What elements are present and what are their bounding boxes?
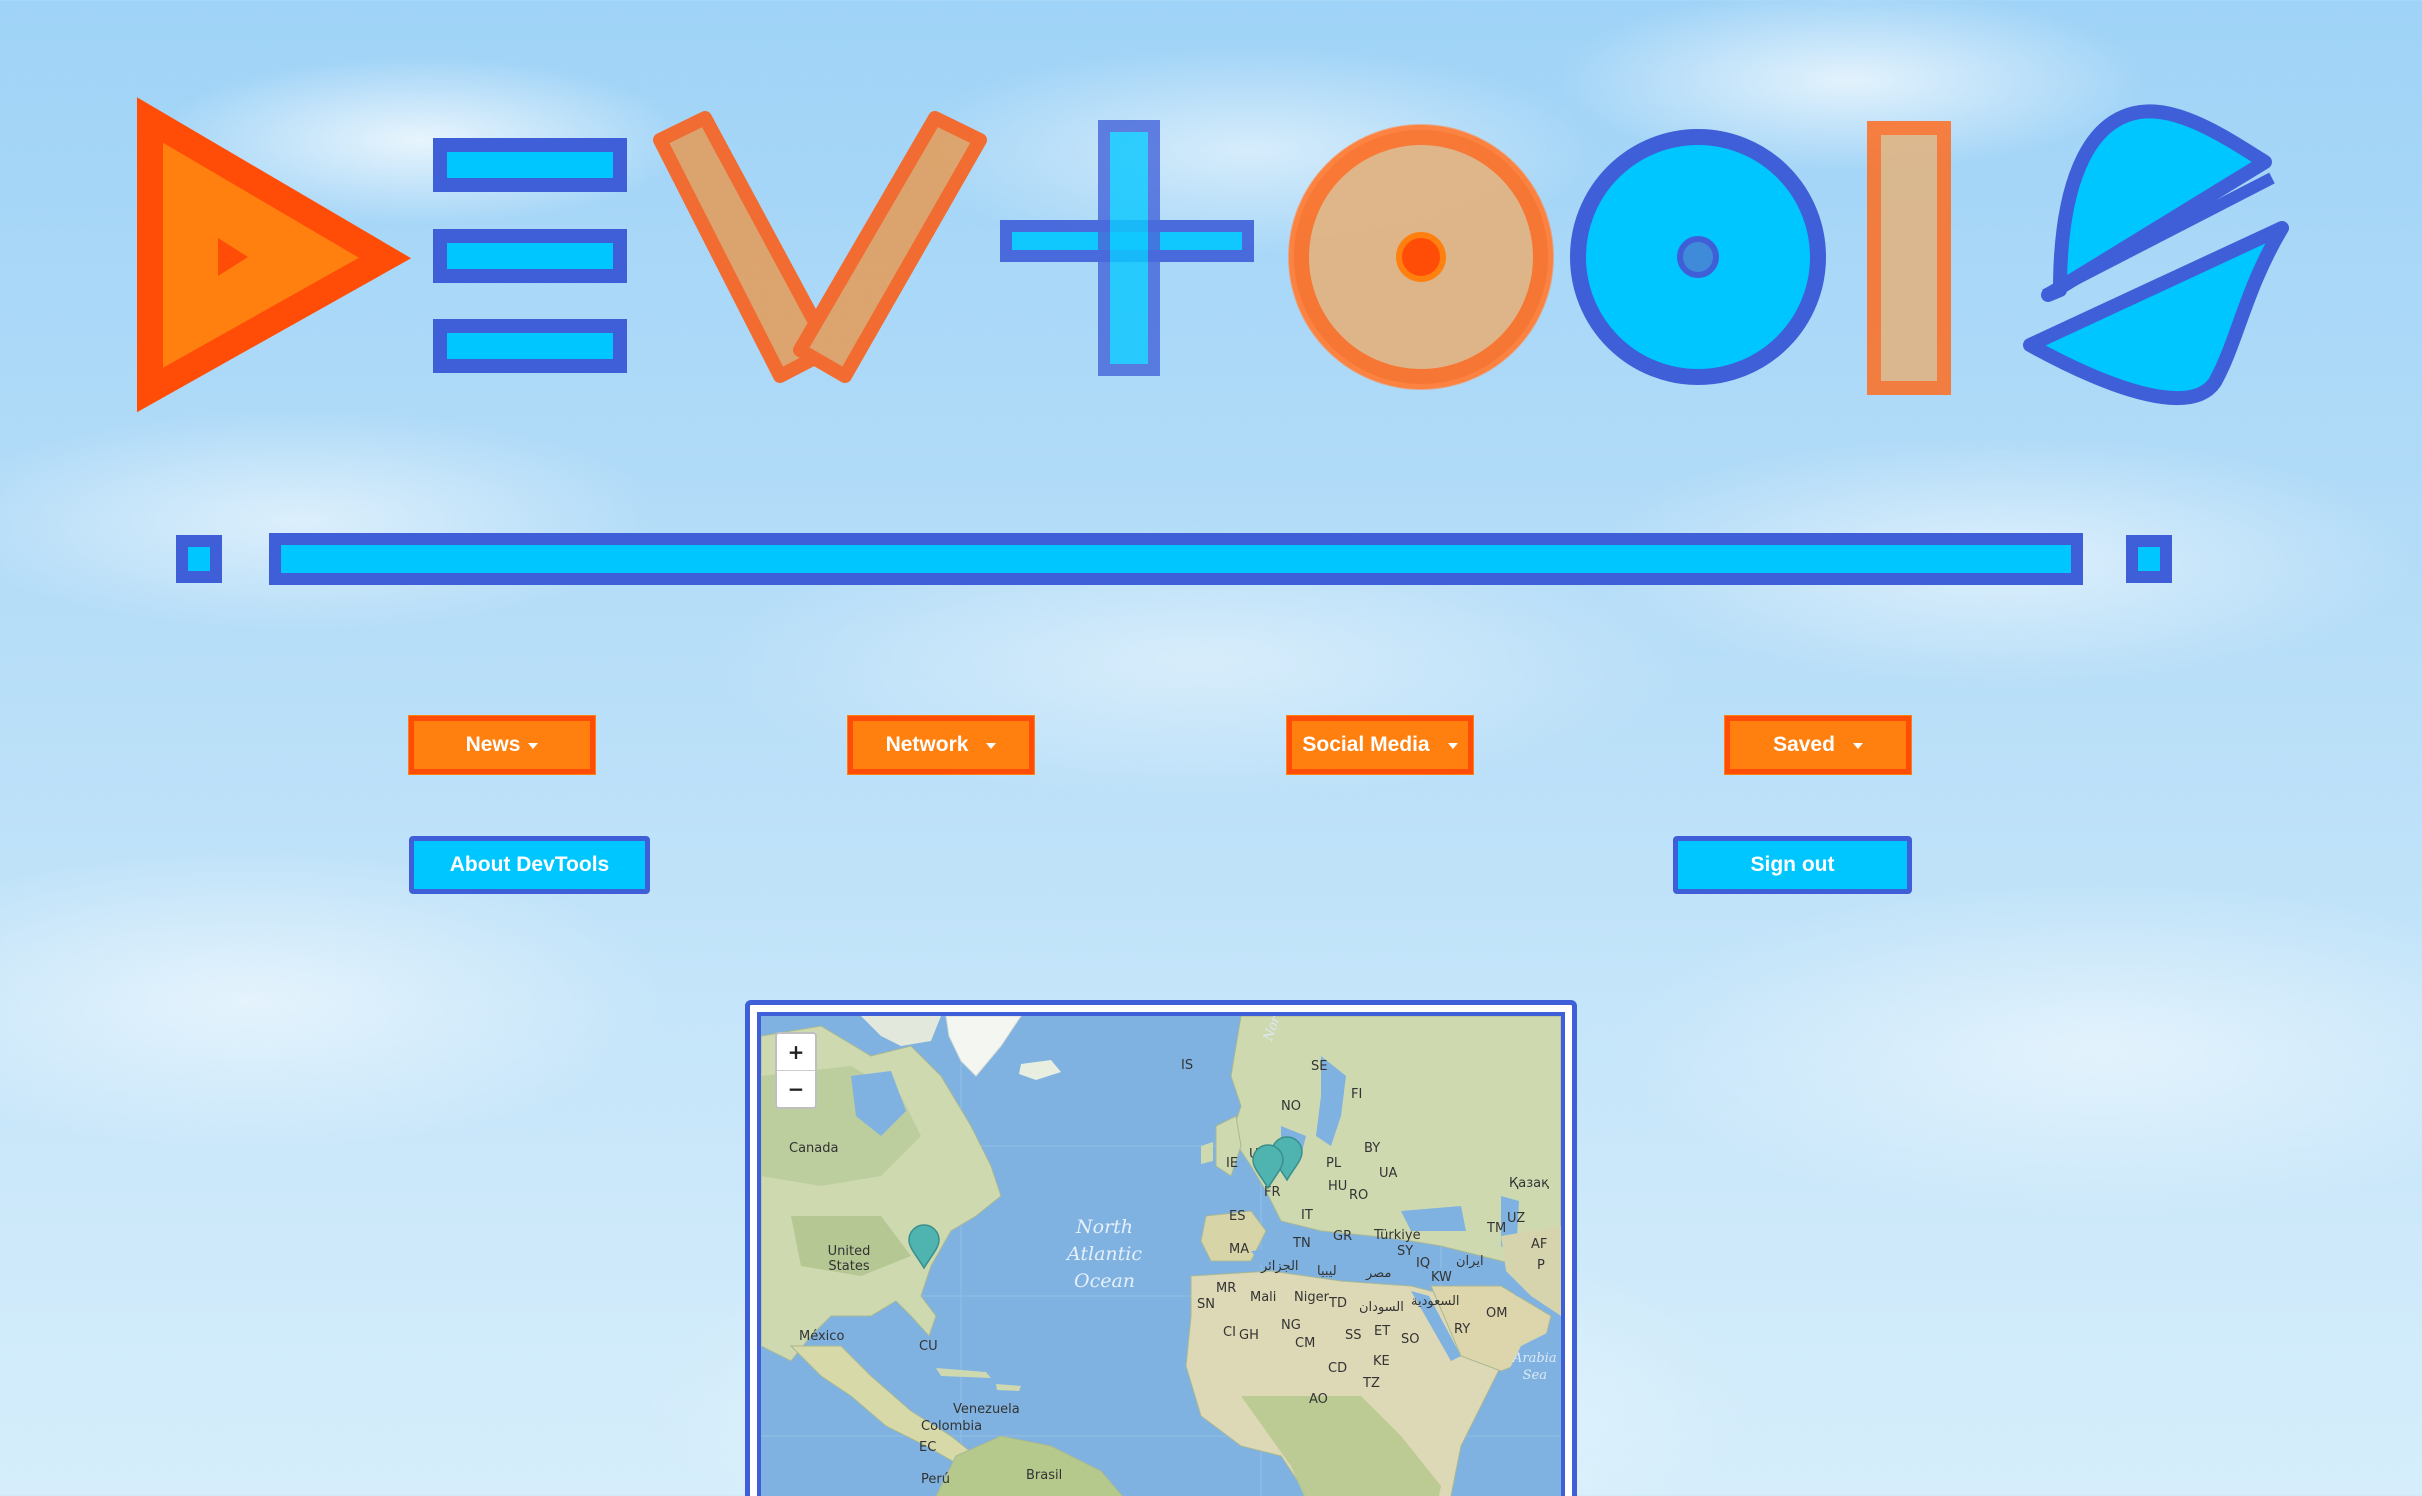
logo-letter-e: [433, 138, 627, 373]
map-label: OM: [1486, 1306, 1508, 1321]
logo-letter-d: [137, 97, 412, 413]
ocean-label-line: Ocean: [1074, 1270, 1136, 1292]
logo-letter-s: [2023, 104, 2289, 405]
saved-menu-button[interactable]: Saved: [1725, 716, 1911, 774]
map-label: Қазақ: [1509, 1176, 1549, 1191]
zoom-in-button[interactable]: +: [777, 1034, 815, 1070]
map-label: AF: [1531, 1237, 1548, 1252]
map-label: NO: [1281, 1099, 1301, 1114]
map-label: ES: [1229, 1209, 1246, 1224]
logo-letter-o-orange: [1288, 124, 1554, 390]
map-zoom-control: + −: [775, 1032, 817, 1109]
about-devtools-label: About DevTools: [449, 853, 610, 876]
map-label: CI: [1223, 1325, 1236, 1340]
network-menu-button[interactable]: Network: [848, 716, 1034, 774]
map-label: GH: [1239, 1328, 1259, 1343]
map-label: Perú: [921, 1472, 950, 1487]
map-label: IS: [1181, 1058, 1194, 1073]
logo-underline: [176, 533, 2172, 585]
map-label: KE: [1373, 1354, 1390, 1369]
map-label: MA: [1229, 1242, 1250, 1257]
news-label: News: [465, 733, 521, 756]
map-label: CM: [1295, 1336, 1316, 1351]
map-label: United States: [827, 1244, 871, 1274]
map-label: TN: [1293, 1236, 1311, 1251]
logo-letter-l: [1867, 121, 1951, 395]
map-label: NG: [1281, 1318, 1301, 1333]
map-label: North Atlantic Ocean: [1067, 1214, 1142, 1295]
map-label: TM: [1487, 1221, 1507, 1236]
about-devtools-button[interactable]: About DevTools: [409, 836, 650, 894]
map-label: ایران: [1456, 1254, 1484, 1269]
map-widget: + − Canada United States México CU Venez…: [745, 1000, 1577, 1496]
map-label: السعودية: [1411, 1294, 1460, 1309]
map-label: السودان: [1359, 1300, 1404, 1315]
map-label: HU: [1328, 1179, 1348, 1194]
map-label: RO: [1349, 1188, 1369, 1203]
map-label: Venezuela: [953, 1402, 1020, 1417]
map-label: ET: [1374, 1324, 1391, 1339]
map-label: BY: [1364, 1141, 1381, 1156]
map-label: México: [799, 1329, 845, 1344]
sea-label-line: Arabia: [1513, 1351, 1557, 1366]
map-marker-pin-icon[interactable]: [907, 1224, 941, 1270]
sea-label-line: Sea: [1522, 1368, 1547, 1383]
map-label: FI: [1351, 1087, 1363, 1102]
sign-out-button[interactable]: Sign out: [1673, 836, 1912, 894]
map-label: AO: [1309, 1392, 1328, 1407]
map-label: ليبيا: [1317, 1264, 1337, 1279]
map-label: SY: [1397, 1244, 1414, 1259]
map-label: KW: [1431, 1270, 1452, 1285]
map-label: MR: [1216, 1281, 1237, 1296]
zoom-out-button[interactable]: −: [777, 1070, 815, 1107]
map-label: UZ: [1507, 1211, 1526, 1226]
map-label: Niger: [1294, 1290, 1329, 1305]
map-label: Canada: [789, 1141, 839, 1156]
map-label: EC: [919, 1440, 937, 1455]
map-label: SN: [1197, 1297, 1215, 1312]
map-label: IE: [1226, 1156, 1239, 1171]
chevron-down-icon: [986, 743, 997, 749]
world-map-tiles: [761, 1016, 1561, 1496]
map-label: RY: [1454, 1322, 1471, 1337]
logo-letter-o-blue: [1570, 129, 1826, 385]
social-media-label: Social Media: [1302, 733, 1430, 756]
map-label: IQ: [1416, 1256, 1431, 1271]
network-label: Network: [885, 733, 969, 756]
sign-out-label: Sign out: [1750, 853, 1835, 876]
map-label: IT: [1301, 1208, 1313, 1223]
map-label: Arabia Sea: [1513, 1350, 1557, 1384]
map-label: CD: [1328, 1361, 1348, 1376]
map-label: PL: [1326, 1156, 1342, 1171]
map-label: SS: [1345, 1328, 1362, 1343]
news-menu-button[interactable]: News: [409, 716, 595, 774]
chevron-down-icon: [1852, 743, 1863, 749]
map-label: SE: [1311, 1059, 1328, 1074]
map-label: P: [1537, 1258, 1545, 1273]
map-label: TD: [1329, 1296, 1347, 1311]
map-label: GR: [1333, 1229, 1353, 1244]
map-label: TZ: [1363, 1376, 1380, 1391]
devtools-logo: [137, 97, 2289, 585]
social-media-menu-button[interactable]: Social Media: [1287, 716, 1473, 774]
map-viewport[interactable]: + − Canada United States México CU Venez…: [757, 1012, 1565, 1496]
logo-letter-t: [1000, 120, 1254, 376]
map-label: الجزائر: [1261, 1259, 1299, 1274]
map-label: UA: [1379, 1166, 1398, 1181]
chevron-down-icon: [1447, 743, 1458, 749]
map-label: SO: [1401, 1332, 1420, 1347]
map-label: Colombia: [921, 1419, 983, 1434]
ocean-label-line: Atlantic: [1067, 1243, 1143, 1265]
map-label: مصر: [1366, 1266, 1392, 1281]
saved-label: Saved: [1773, 733, 1835, 756]
map-label: CU: [919, 1339, 938, 1354]
ocean-label-line: North: [1076, 1216, 1134, 1238]
map-label: Mali: [1250, 1290, 1277, 1305]
logo-letter-v: [653, 111, 987, 383]
map-label: Türkiye: [1374, 1228, 1421, 1243]
map-marker-pin-icon[interactable]: [1251, 1144, 1285, 1190]
map-label: Brasil: [1026, 1468, 1063, 1483]
chevron-down-icon: [528, 743, 539, 749]
